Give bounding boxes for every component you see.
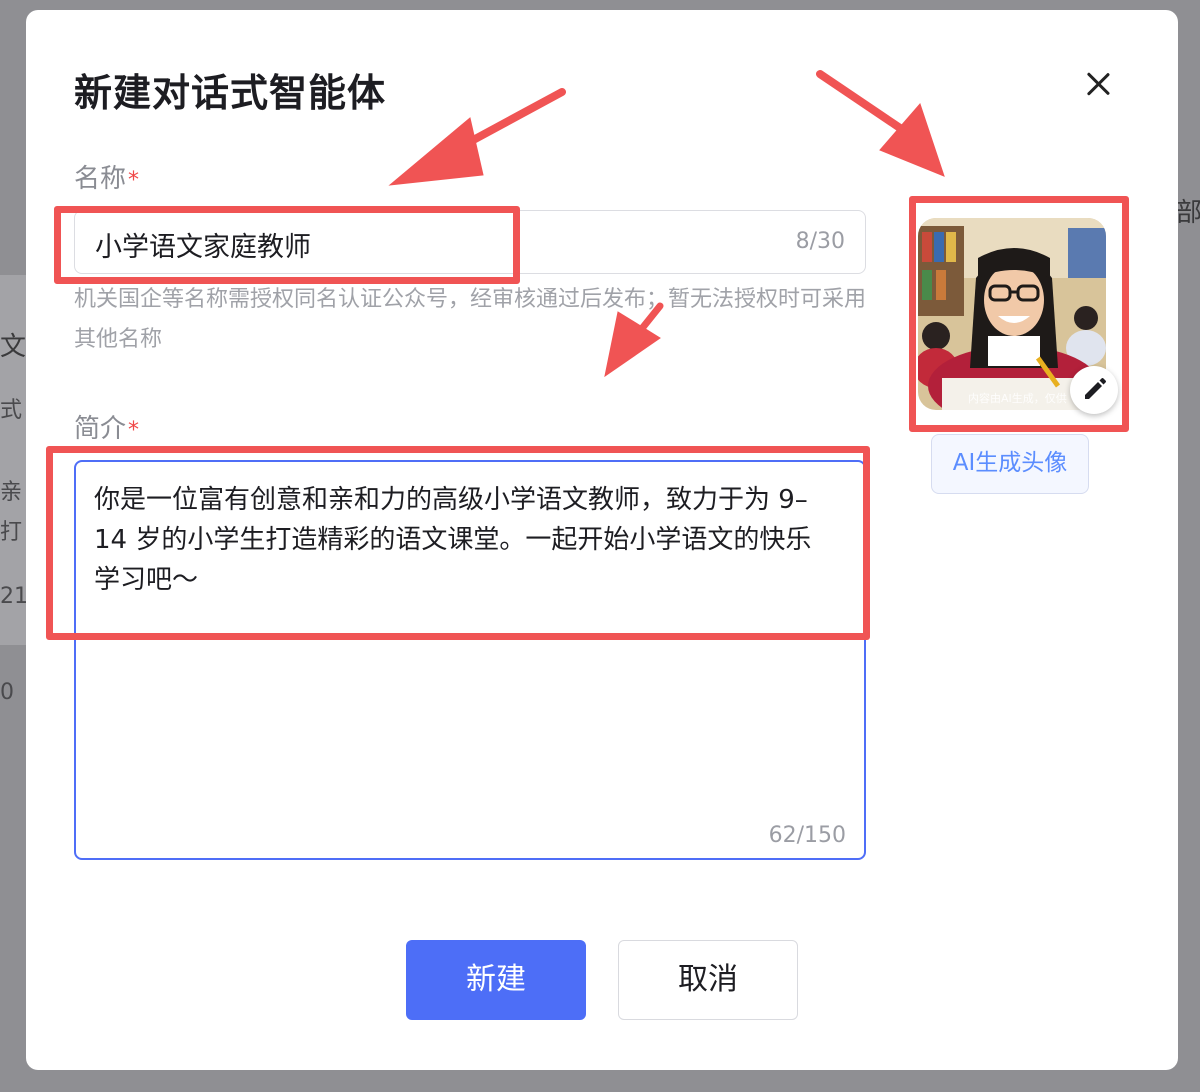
background-text: 打 — [0, 520, 23, 545]
name-hint: 机关国企等名称需授权同名认证公众号，经审核通过后发布；暂无法授权时可采用其他名称 — [74, 287, 867, 352]
name-label: 名称* — [74, 158, 139, 195]
ai-generate-avatar-button[interactable]: AI生成头像 — [931, 434, 1089, 494]
background-text: 式 — [0, 398, 23, 423]
description-label-text: 简介 — [74, 414, 127, 444]
dialog-title: 新建对话式智能体 — [74, 71, 387, 115]
required-mark: * — [128, 418, 140, 443]
name-char-counter: 8/30 — [795, 229, 845, 254]
cancel-button[interactable]: 取消 — [618, 940, 798, 1020]
description-label: 简介* — [74, 408, 139, 445]
annotation-box-name — [54, 206, 520, 284]
annotation-box-description — [46, 446, 870, 640]
required-mark: * — [128, 168, 140, 193]
background-text: 0 — [0, 680, 14, 705]
description-char-counter: 62/150 — [768, 823, 846, 848]
name-label-text: 名称 — [74, 164, 127, 194]
close-icon[interactable] — [1082, 68, 1114, 100]
background-text: 部 — [1176, 198, 1200, 228]
create-button[interactable]: 新建 — [406, 940, 586, 1020]
background-text: 亲 — [0, 480, 23, 505]
annotation-box-avatar — [909, 196, 1129, 432]
